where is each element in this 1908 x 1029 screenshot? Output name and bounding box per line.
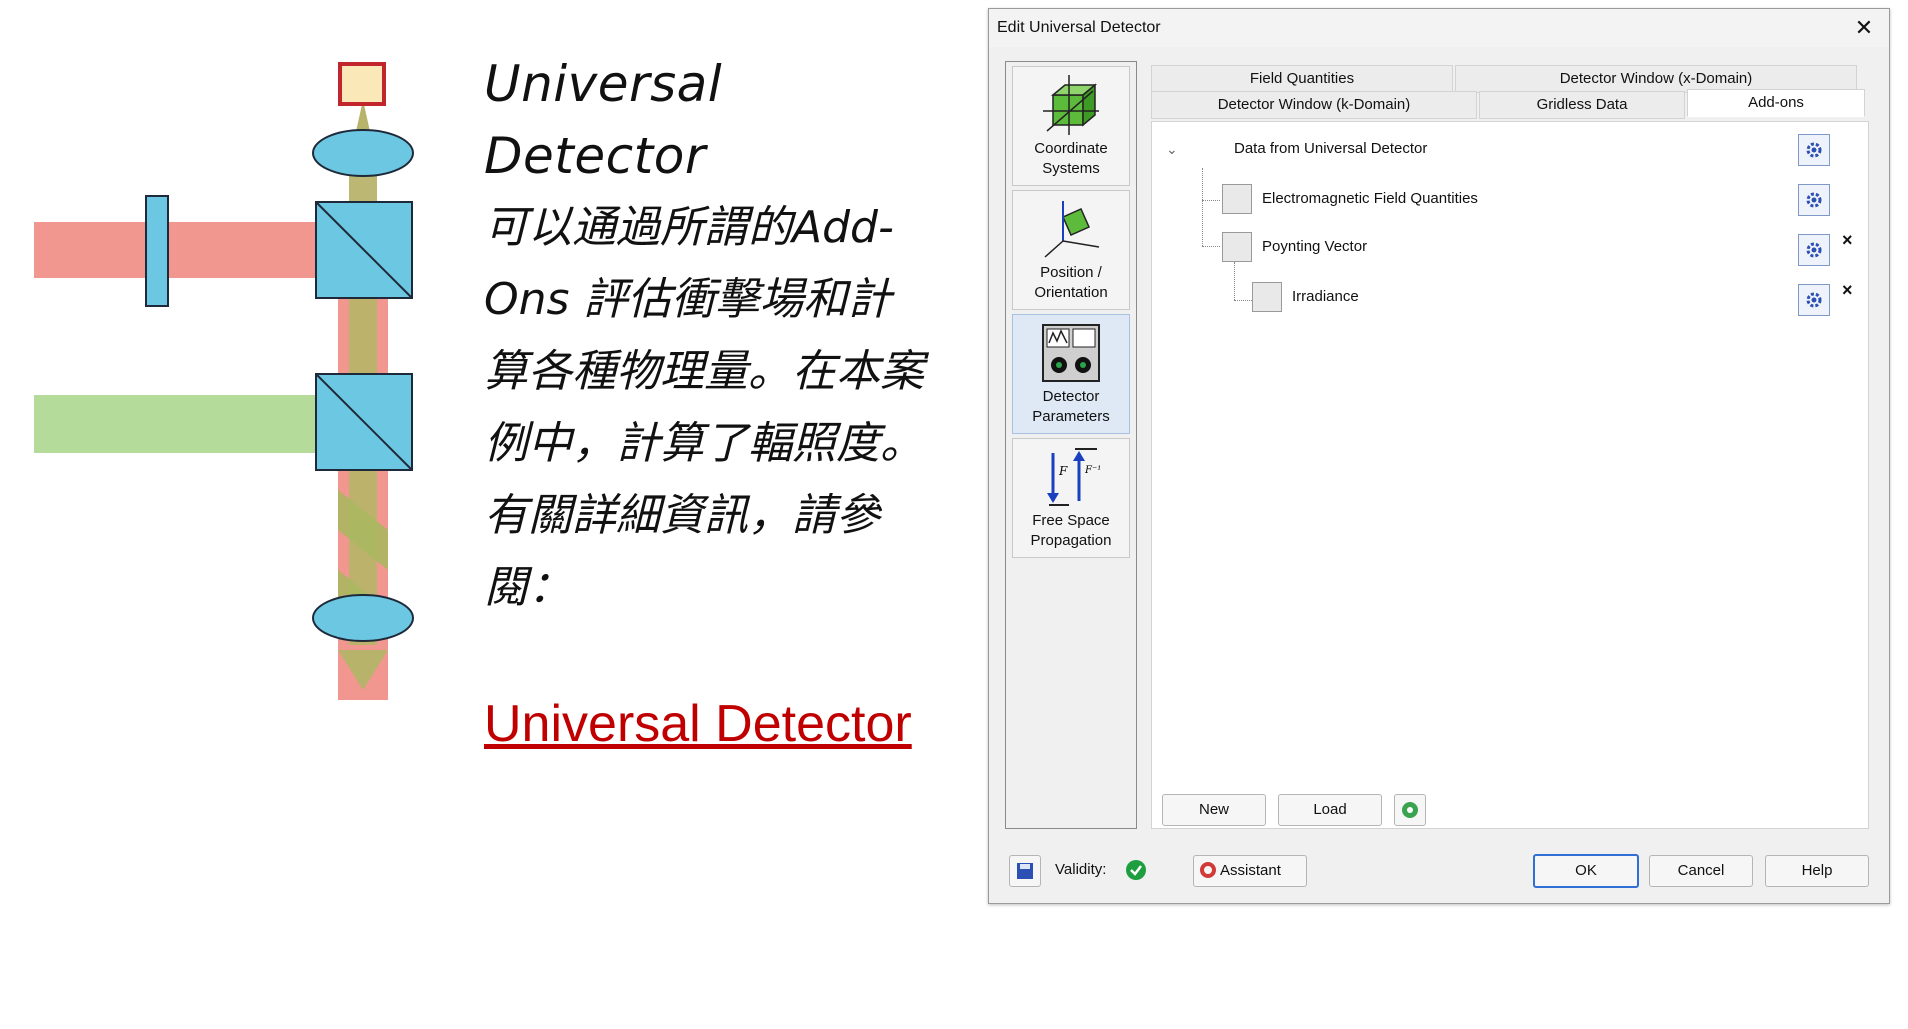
tab-field-quantities[interactable]: Field Quantities <box>1151 65 1453 93</box>
dialog-titlebar: Edit Universal Detector ✕ <box>989 9 1889 47</box>
description-title: Universal Detector <box>484 55 723 185</box>
hand-icon <box>1222 184 1252 214</box>
assistant-button[interactable]: Assistant <box>1193 855 1307 887</box>
tab-detector-window-k[interactable]: Detector Window (k-Domain) <box>1151 91 1477 119</box>
tree-item-irradiance[interactable]: Irradiance <box>1292 282 1359 312</box>
free-space-propagation-icon: F F⁻¹ <box>1047 448 1101 506</box>
dialog-title: Edit Universal Detector <box>997 19 1161 36</box>
lens-bottom <box>312 594 414 642</box>
tree-item-poynting-vector[interactable]: Poynting Vector <box>1262 232 1367 262</box>
em-field-settings-gear-icon[interactable] <box>1798 184 1830 216</box>
nav-coordinate-systems[interactable]: Coordinate Systems <box>1012 66 1130 186</box>
poynting-settings-gear-icon[interactable] <box>1798 234 1830 266</box>
universal-detector-link[interactable]: Universal Detector <box>484 694 912 754</box>
catalog-icon[interactable] <box>1394 794 1426 826</box>
red-beam-horizontal <box>34 222 334 278</box>
save-icon[interactable] <box>1009 855 1041 887</box>
tree-item-electromagnetic-field-quantities[interactable]: Electromagnetic Field Quantities <box>1262 184 1478 214</box>
description-body: 可以通過所謂的Add-Ons 評估衝擊場和計算各種物理量。在本案例中，計算了輻照… <box>484 202 924 613</box>
new-button[interactable]: New <box>1162 794 1266 826</box>
ok-button[interactable]: OK <box>1533 854 1639 888</box>
tab-bar: Field Quantities Detector Window (x-Doma… <box>1151 65 1867 121</box>
wave-plate <box>145 195 169 307</box>
load-button[interactable]: Load <box>1278 794 1382 826</box>
nav-label: Free Space Propagation <box>1030 512 1112 549</box>
position-orientation-icon <box>1044 201 1100 258</box>
svg-text:F⁻¹: F⁻¹ <box>1084 465 1101 476</box>
description-block: Universal Detector 可以通過所謂的Add-Ons 評估衝擊場和… <box>484 48 934 754</box>
edit-universal-detector-dialog: Edit Universal Detector ✕ Coordinate Sys… <box>988 8 1890 904</box>
remove-irradiance-icon[interactable]: × <box>1842 280 1853 301</box>
chevron-down-icon[interactable]: ⌄ <box>1166 134 1178 164</box>
nav-position-orientation[interactable]: Position / Orientation <box>1012 190 1130 310</box>
detector-parameters-icon <box>1042 324 1100 382</box>
optical-setup-illustration <box>34 62 414 700</box>
lifebuoy-icon <box>1200 862 1216 878</box>
hand-icon <box>1222 232 1252 262</box>
tab-gridless-data[interactable]: Gridless Data <box>1479 91 1685 119</box>
cancel-button[interactable]: Cancel <box>1649 855 1753 887</box>
validity-label: Validity: <box>1055 861 1107 878</box>
eye-icon <box>1252 282 1282 312</box>
nav-free-space-propagation[interactable]: F F⁻¹ Free Space Propagation <box>1012 438 1130 558</box>
root-settings-gear-icon[interactable] <box>1798 134 1830 166</box>
svg-text:F: F <box>1058 464 1068 478</box>
nav-detector-parameters[interactable]: Detector Parameters <box>1012 314 1130 434</box>
tab-add-ons[interactable]: Add-ons <box>1687 89 1865 117</box>
help-button[interactable]: Help <box>1765 855 1869 887</box>
green-beam-horizontal <box>34 395 334 453</box>
add-ons-panel: ⌄ Data from Universal Detector Electroma… <box>1151 121 1869 829</box>
check-ok-icon <box>1125 859 1147 886</box>
tree-root-label: Data from Universal Detector <box>1234 140 1428 157</box>
assistant-label: Assistant <box>1220 862 1281 879</box>
nav-label: Coordinate Systems <box>1034 140 1108 177</box>
nav-label: Position / Orientation <box>1034 264 1108 301</box>
detector-square <box>338 62 386 106</box>
irradiance-settings-gear-icon[interactable] <box>1798 284 1830 316</box>
nav-label: Detector Parameters <box>1032 388 1110 425</box>
lens-top <box>312 129 414 177</box>
category-panel: Coordinate Systems Position / Orientatio… <box>1005 61 1137 829</box>
close-icon[interactable]: ✕ <box>1849 13 1879 43</box>
coordinate-systems-icon <box>1043 75 1099 135</box>
remove-poynting-icon[interactable]: × <box>1842 230 1853 251</box>
